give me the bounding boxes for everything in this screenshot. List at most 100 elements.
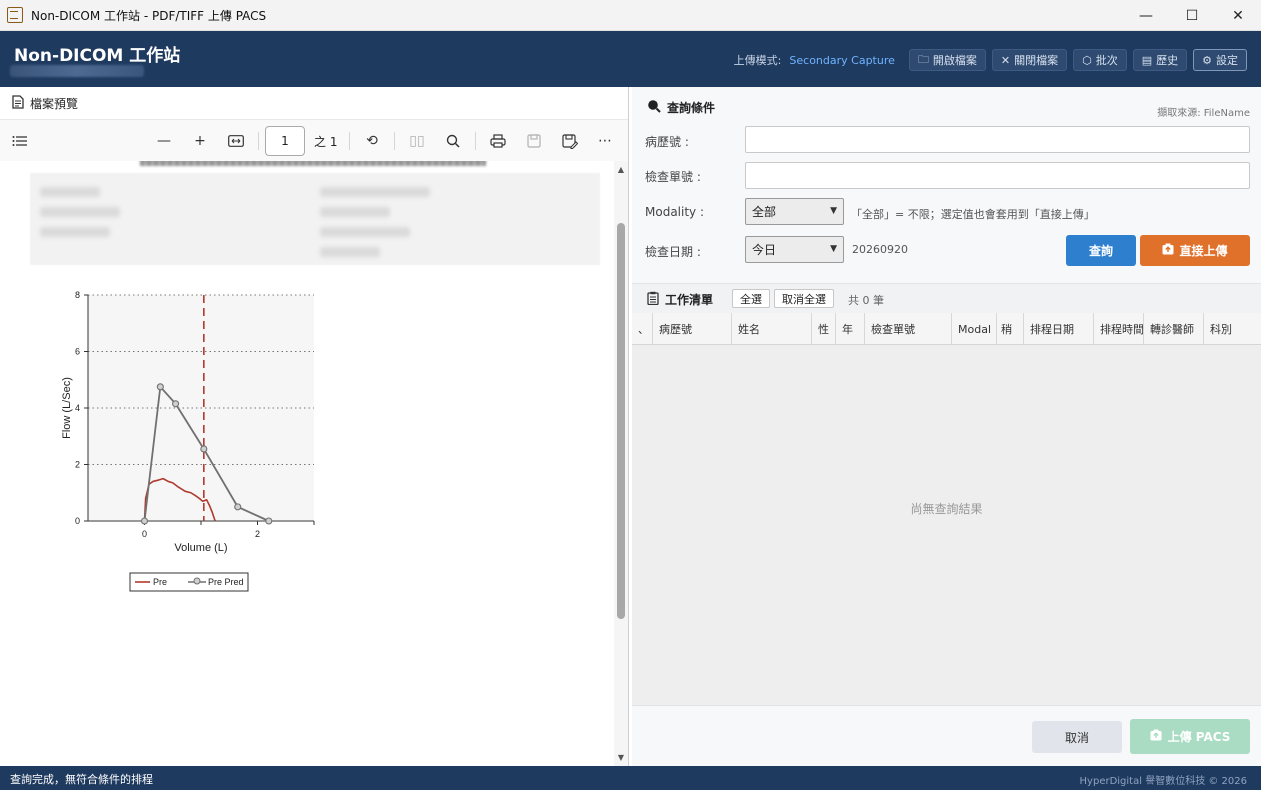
legend-label-pre: Pre [153,577,167,587]
history-button[interactable]: ▤ 歷史 [1132,49,1188,71]
status-message: 查詢完成，無符合條件的排程 [10,773,153,786]
x-tick-label: 2 [255,529,260,539]
column-header[interactable]: 稍 [997,313,1024,345]
app-name: Non-DICOM 工作站 [14,46,181,66]
page-total: 之 1 [314,135,338,149]
table-header: 、 病歷號 姓名 性 年 檢查單號 Modal 稍 排程日期 排程時間 轉診醫師… [632,313,1261,345]
scroll-thumb[interactable] [617,223,625,619]
upload-pacs-label: 上傳 PACS [1167,730,1231,744]
column-header[interactable]: 病歷號 [653,313,732,345]
redacted-report-title [140,161,486,166]
open-file-label: 開啟檔案 [932,54,977,67]
worklist-header: 工作清單 全選 取消全選 共 0 筆 [632,283,1261,313]
scroll-up-icon[interactable]: ▲ [614,163,628,175]
file-preview-pane: 檔案預覽 — + 1 之 1 ⟲ ▯▯ ⋯ 0 2 4 6 8 0 2 Volu… [0,87,629,766]
document-page: 0 2 4 6 8 0 2 Volume (L) Flow (L/Sec) Pre Pre … [0,161,613,766]
save-icon[interactable] [521,128,547,154]
empty-message: 尚無查詢結果 [910,502,983,516]
data-point [156,383,164,391]
redacted-patient-info [30,173,600,265]
flow-volume-chart: 0 2 4 6 8 0 2 Volume (L) Flow (L/Sec) Pre Pre … [61,290,315,592]
y-tick-label: 0 [75,516,80,526]
two-page-icon[interactable]: ▯▯ [404,128,430,154]
close-file-button[interactable]: ✕ 關閉檔案 [991,49,1068,71]
data-point [265,517,273,525]
page-number-input[interactable]: 1 [265,126,305,156]
minimize-button[interactable]: — [1123,0,1169,31]
result-count: 共 0 筆 [848,294,884,307]
data-point [200,445,208,453]
chart-legend: Pre Pre Pred [129,572,249,592]
column-header[interactable]: 排程時間 [1094,313,1144,345]
close-window-button[interactable]: ✕ [1215,0,1261,31]
scroll-down-icon[interactable]: ▼ [614,751,628,763]
maximize-button[interactable]: ☐ [1169,0,1215,31]
column-header[interactable]: 年 [836,313,865,345]
y-tick-label: 2 [75,460,80,470]
query-button[interactable]: 查詢 [1066,235,1136,266]
column-header[interactable]: 轉診醫師 [1144,313,1204,345]
rotate-icon[interactable]: ⟲ [359,128,385,154]
preview-title: 檔案預覽 [30,96,79,111]
query-section-title: 查詢條件 [647,99,715,116]
more-options-icon[interactable]: ⋯ [592,128,618,154]
select-all-button[interactable]: 全選 [732,289,770,308]
modality-select[interactable]: 全部 ▼ [745,198,844,225]
x-tick-label: 0 [142,529,147,539]
modality-label: Modality : [645,205,704,219]
outline-icon[interactable] [7,128,33,154]
redacted-subtitle [10,65,144,77]
search-icon[interactable] [440,128,466,154]
open-file-button[interactable]: 🗀 開啟檔案 [908,49,986,71]
zoom-in-icon[interactable]: + [187,128,213,154]
column-header[interactable]: 性 [812,313,836,345]
modality-value: 全部 [752,205,777,219]
upload-mode-value[interactable]: Secondary Capture [789,54,895,67]
box-icon: ⬡ [1082,53,1092,67]
column-header[interactable]: 科別 [1204,313,1261,345]
batch-button[interactable]: ⬡ 批次 [1073,49,1127,71]
data-point [140,517,149,525]
legend-label-pre-pred: Pre Pred [208,577,244,587]
app-icon [7,7,23,23]
close-icon: ✕ [1000,53,1011,67]
date-select[interactable]: 今日 ▼ [745,236,844,263]
upload-pacs-button[interactable]: 上傳 PACS [1130,719,1250,754]
source-note: 擷取來源: FileName [1157,108,1250,119]
upload-icon [1162,243,1174,258]
window-titlebar: Non-DICOM 工作站 - PDF/TIFF 上傳 PACS — ☐ ✕ [0,0,1261,31]
patient-id-input[interactable] [745,126,1250,153]
column-header[interactable]: 排程日期 [1024,313,1094,345]
deselect-all-button[interactable]: 取消全選 [774,289,834,308]
date-text: 20260920 [852,243,908,256]
legend-marker-pre-pred [193,577,201,585]
date-label: 檢查日期 : [645,245,701,259]
app-header: Non-DICOM 工作站 上傳模式: Secondary Capture 🗀 … [0,31,1261,87]
settings-button[interactable]: ⚙ 設定 [1193,49,1247,71]
folder-icon: 🗀 [917,52,929,66]
column-header[interactable]: 檢查單號 [865,313,952,345]
column-header[interactable]: Modal [952,313,997,345]
pdf-toolbar: — + 1 之 1 ⟲ ▯▯ ⋯ [0,120,628,161]
worklist-table: 、 病歷號 姓名 性 年 檢查單號 Modal 稍 排程日期 排程時間 轉診醫師… [632,313,1261,705]
save-as-icon[interactable] [557,128,583,154]
window-title: Non-DICOM 工作站 - PDF/TIFF 上傳 PACS [31,8,267,23]
preview-header: 檔案預覽 [0,87,628,120]
upload-mode-label: 上傳模式: [733,54,782,67]
column-header[interactable]: 、 [632,313,653,345]
accession-input[interactable] [745,162,1250,189]
fit-width-icon[interactable] [223,128,249,154]
y-tick-label: 6 [75,347,80,357]
print-icon[interactable] [485,128,511,154]
direct-upload-button[interactable]: 直接上傳 [1140,235,1250,266]
column-header[interactable]: 姓名 [732,313,812,345]
zoom-out-icon[interactable]: — [151,128,177,154]
preview-scrollbar[interactable]: ▲ ▼ [614,161,628,766]
modality-hint: 「全部」= 不限；選定值也會套用到「直接上傳」 [851,208,1095,221]
chevron-down-icon: ▼ [830,244,837,254]
y-tick-label: 8 [75,290,80,300]
status-bar: 查詢完成，無符合條件的排程 HyperDigital 譽智數位科技 © 2026 [0,766,1261,790]
direct-upload-label: 直接上傳 [1179,244,1228,258]
cancel-button[interactable]: 取消 [1032,721,1122,753]
chevron-down-icon: ▼ [830,206,837,216]
